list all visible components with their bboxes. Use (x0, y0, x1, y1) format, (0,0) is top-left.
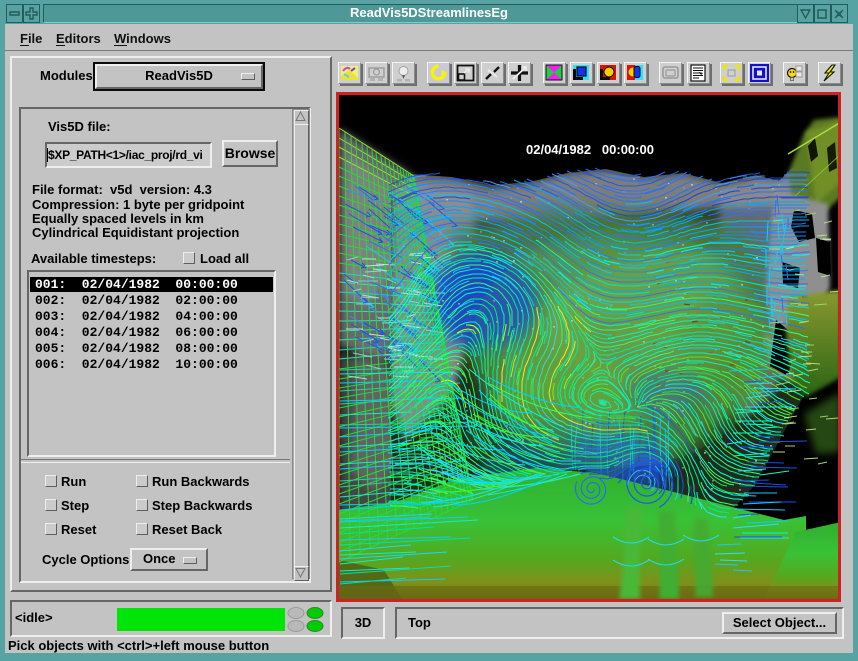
svg-text:02/04/1982 00:00:00: 02/04/1982 00:00:00 (526, 142, 654, 157)
